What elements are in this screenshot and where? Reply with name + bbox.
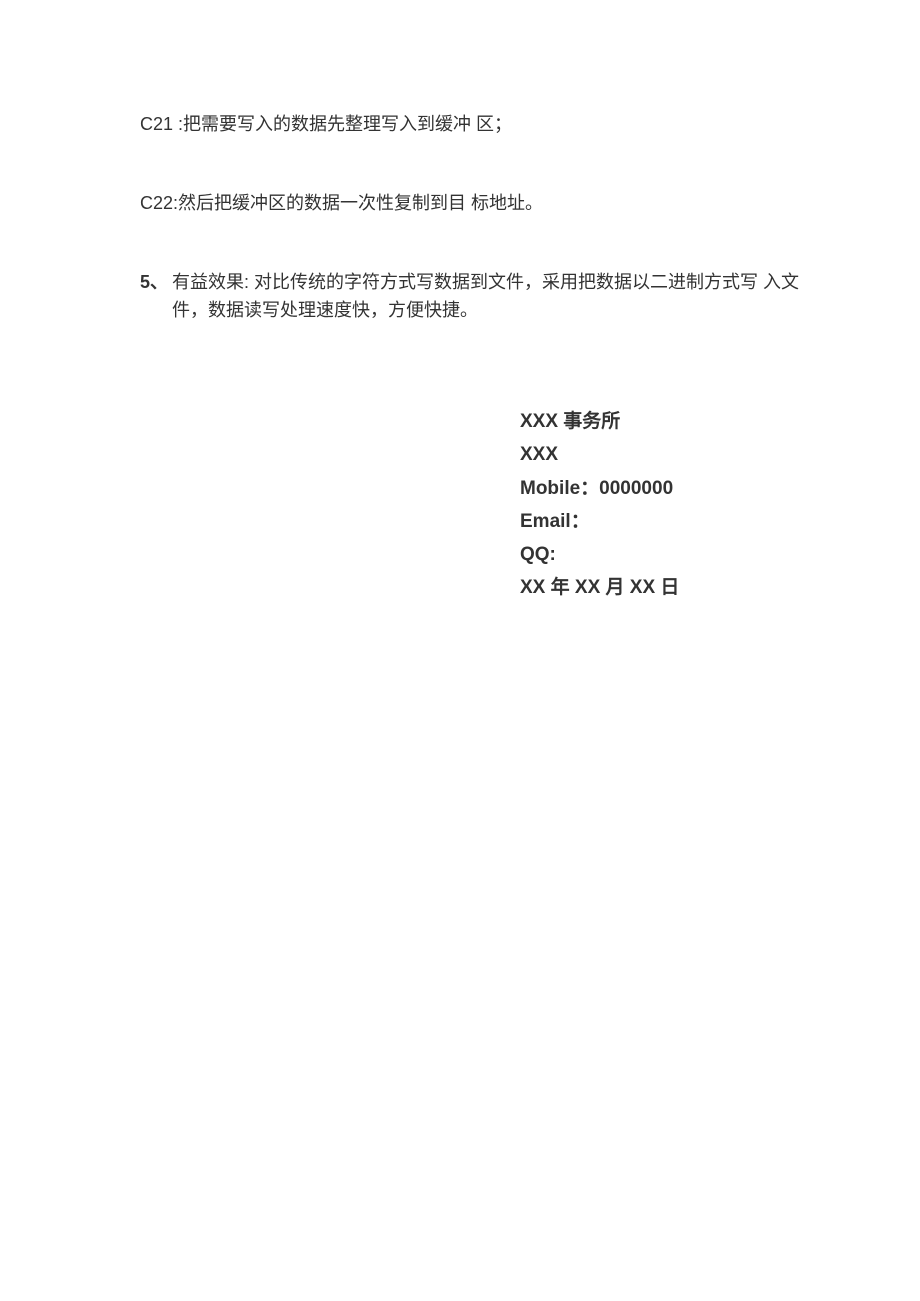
paragraph-c22-text: C22:然后把缓冲区的数据一次性复制到目 标地址。 [140,193,543,213]
item5-number: 5、 [140,268,168,326]
document-body: C21 :把需要写入的数据先整理写入到缓冲 区； C22:然后把缓冲区的数据一次… [0,0,920,605]
paragraph-c21: C21 :把需要写入的数据先整理写入到缓冲 区； [120,110,800,139]
signature-block: XXX 事务所 XXX Mobile：0000000 Email： QQ: XX… [520,405,800,605]
paragraph-c22: C22:然后把缓冲区的数据一次性复制到目 标地址。 [120,189,800,218]
signature-email: Email： [520,505,800,538]
signature-date: XX 年 XX 月 XX 日 [520,571,800,604]
signature-firm: XXX 事务所 [520,405,800,438]
item5-text: 有益效果: 对比传统的字符方式写数据到文件，采用把数据以二进制方式写 入文件，数… [172,268,800,326]
paragraph-c21-text: C21 :把需要写入的数据先整理写入到缓冲 区； [140,114,512,134]
signature-name: XXX [520,438,800,471]
signature-qq: QQ: [520,538,800,571]
paragraph-item5: 5、 有益效果: 对比传统的字符方式写数据到文件，采用把数据以二进制方式写 入文… [120,268,800,326]
signature-mobile: Mobile：0000000 [520,472,800,505]
